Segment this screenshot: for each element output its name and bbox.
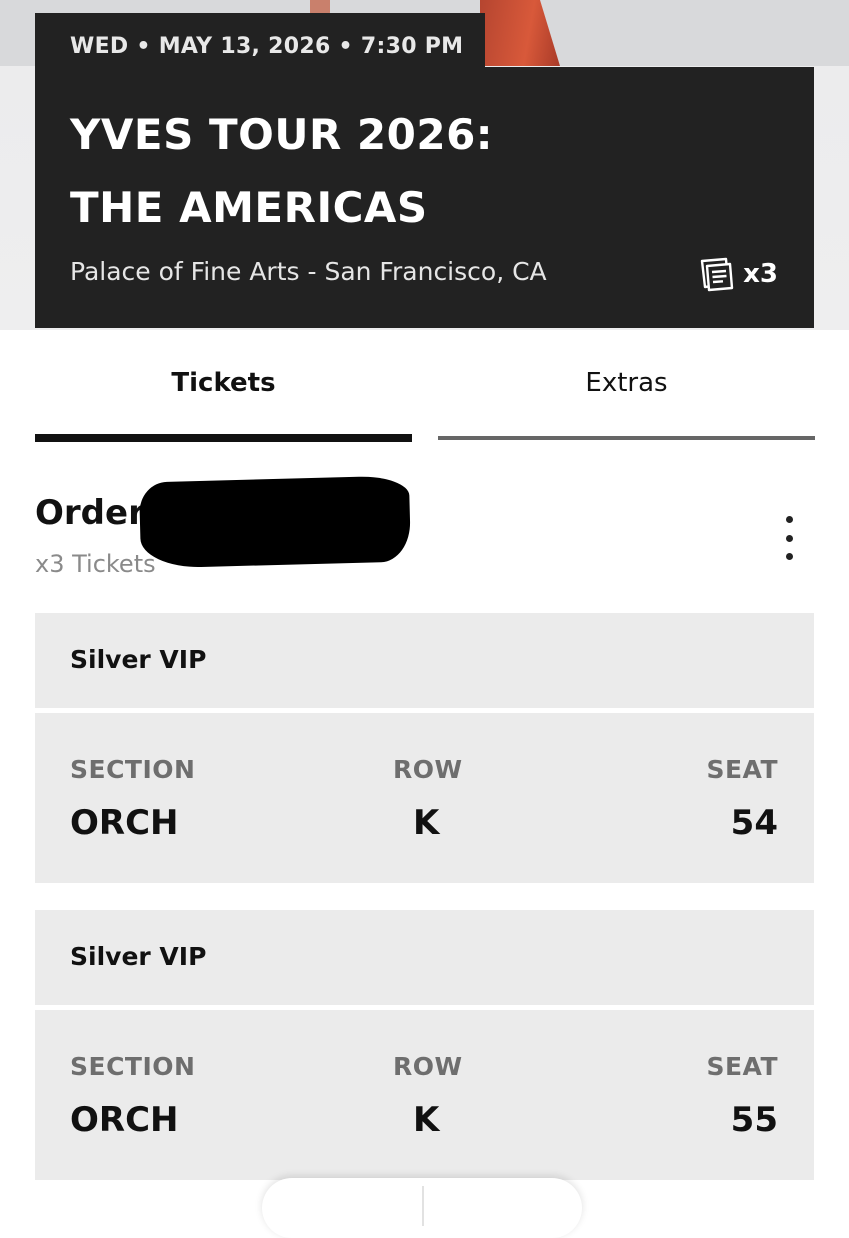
ticket-tabs: Tickets Extras bbox=[35, 330, 815, 442]
ticket-card[interactable]: Silver VIP SECTION ORCH ROW K SEAT 54 bbox=[35, 613, 814, 883]
event-date: WED • MAY 13, 2026 • 7:30 PM bbox=[70, 34, 464, 59]
row-value: K bbox=[413, 1100, 440, 1140]
tab-tickets[interactable]: Tickets bbox=[35, 330, 412, 442]
event-header-card: WED • MAY 13, 2026 • 7:30 PM YVES TOUR 2… bbox=[35, 13, 814, 328]
row-value: K bbox=[413, 803, 440, 843]
event-title: YVES TOUR 2026: THE AMERICAS bbox=[70, 98, 670, 244]
row-label: ROW bbox=[393, 755, 463, 784]
ticket-tier-header: Silver VIP bbox=[35, 613, 814, 708]
ticket-tier: Silver VIP bbox=[70, 645, 207, 674]
bottom-action-bar[interactable] bbox=[262, 1178, 582, 1238]
tab-tickets-indicator bbox=[35, 434, 412, 442]
ticket-count-value: x3 bbox=[743, 259, 778, 289]
ticket-card[interactable]: Silver VIP SECTION ORCH ROW K SEAT 55 bbox=[35, 910, 814, 1180]
section-label: SECTION bbox=[70, 1052, 196, 1081]
section-value: ORCH bbox=[70, 803, 179, 843]
seat-value: 54 bbox=[730, 803, 778, 843]
seat-label: SEAT bbox=[706, 755, 778, 784]
event-venue: Palace of Fine Arts - San Francisco, CA bbox=[70, 257, 547, 286]
section-value: ORCH bbox=[70, 1100, 179, 1140]
row-label: ROW bbox=[393, 1052, 463, 1081]
ticket-tier: Silver VIP bbox=[70, 942, 207, 971]
ticket-seat-details: SECTION ORCH ROW K SEAT 54 bbox=[35, 713, 814, 883]
seat-value: 55 bbox=[730, 1100, 778, 1140]
kebab-dot bbox=[785, 534, 793, 542]
ticket-tier-header: Silver VIP bbox=[35, 910, 814, 1005]
tab-extras[interactable]: Extras bbox=[438, 330, 815, 442]
section-label: SECTION bbox=[70, 755, 196, 784]
bottom-action-divider bbox=[422, 1186, 424, 1226]
ticket-count-badge: x3 bbox=[697, 256, 778, 292]
event-title-line-1: YVES TOUR 2026: bbox=[70, 110, 494, 159]
order-ticket-count: x3 Tickets bbox=[35, 550, 156, 578]
ticket-seat-details: SECTION ORCH ROW K SEAT 55 bbox=[35, 1010, 814, 1180]
order-number-redaction bbox=[138, 475, 412, 569]
kebab-dot bbox=[785, 553, 793, 560]
tab-extras-label: Extras bbox=[585, 368, 668, 398]
kebab-dot bbox=[785, 516, 793, 523]
more-vertical-icon[interactable] bbox=[774, 516, 804, 560]
tab-tickets-label: Tickets bbox=[171, 368, 276, 398]
order-title: Order bbox=[35, 493, 145, 533]
seat-label: SEAT bbox=[706, 1052, 778, 1081]
event-title-line-2: THE AMERICAS bbox=[70, 183, 428, 232]
tickets-icon bbox=[697, 254, 737, 294]
tab-extras-indicator bbox=[438, 436, 815, 440]
